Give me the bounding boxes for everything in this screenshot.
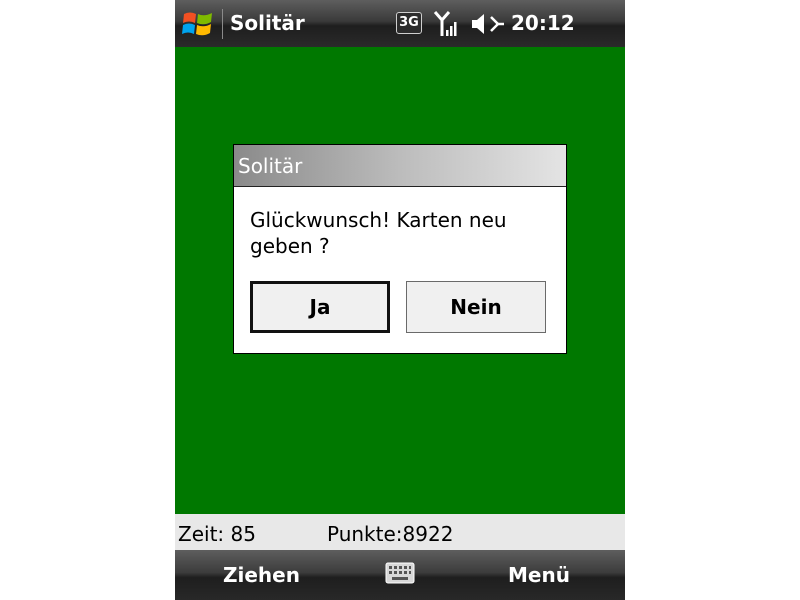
volume-icon[interactable] [471,12,505,36]
yes-button[interactable]: Ja [250,281,390,333]
points: Punkte:8922 [327,522,454,546]
menu-softkey[interactable]: Menü [508,563,570,587]
clock[interactable]: 20:12 [511,11,575,35]
title-separator [222,9,223,39]
message-dialog: Solitär Glückwunsch! Karten neu geben ? … [233,144,567,354]
no-button[interactable]: Nein [406,281,546,333]
dialog-message: Glückwunsch! Karten neu geben ? [250,208,507,258]
keyboard-icon[interactable] [385,562,415,584]
score-bar: Zeit: 85 Punkte:8922 [175,514,625,550]
app-title: Solitär [230,11,305,35]
signal-icon[interactable] [433,10,457,38]
soft-key-bar: Ziehen Menü [175,550,625,600]
network-3g-icon[interactable]: 3G [396,12,422,34]
phone-screen: Solitär 3G 20:12 Solitär Glückwunsch! Ka… [175,0,625,600]
title-bar: Solitär 3G 20:12 [175,0,625,47]
draw-softkey[interactable]: Ziehen [223,563,300,587]
windows-start-icon[interactable] [181,8,215,40]
dialog-title: Solitär [234,145,566,187]
elapsed-time: Zeit: 85 [178,522,256,546]
